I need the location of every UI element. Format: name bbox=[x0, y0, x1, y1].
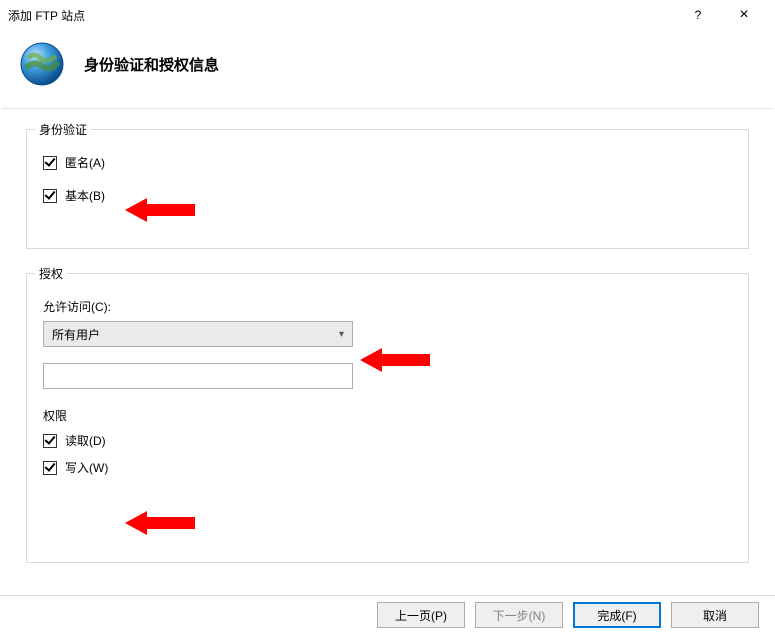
checkbox-label: 基本(B) bbox=[65, 187, 105, 204]
checkbox-label: 读取(D) bbox=[65, 432, 106, 449]
finish-button[interactable]: 完成(F) bbox=[573, 602, 661, 628]
legend-authentication: 身份验证 bbox=[35, 121, 91, 138]
checkbox-anonymous[interactable]: 匿名(A) bbox=[43, 154, 732, 171]
globe-icon bbox=[18, 40, 66, 88]
checkbox-label: 写入(W) bbox=[65, 459, 108, 476]
wizard-header: 身份验证和授权信息 bbox=[0, 30, 775, 106]
check-icon bbox=[43, 156, 57, 170]
titlebar: 添加 FTP 站点 ? × bbox=[0, 0, 775, 30]
checkbox-write[interactable]: 写入(W) bbox=[43, 459, 732, 476]
allow-access-dropdown[interactable]: 所有用户 ▾ bbox=[43, 321, 353, 347]
close-button[interactable]: × bbox=[721, 0, 767, 30]
wizard-footer: 上一页(P) 下一步(N) 完成(F) 取消 bbox=[0, 595, 775, 635]
permissions-label: 权限 bbox=[43, 407, 732, 424]
specific-input[interactable] bbox=[43, 363, 353, 389]
chevron-down-icon: ▾ bbox=[339, 329, 344, 340]
cancel-button[interactable]: 取消 bbox=[671, 602, 759, 628]
check-icon bbox=[43, 434, 57, 448]
window-title: 添加 FTP 站点 bbox=[8, 7, 675, 24]
checkbox-label: 匿名(A) bbox=[65, 154, 105, 171]
wizard-content: 身份验证 匿名(A) 基本(B) 授权 允许访问(C): 所有用户 ▾ 权限 读… bbox=[2, 108, 773, 563]
prev-button[interactable]: 上一页(P) bbox=[377, 602, 465, 628]
checkbox-basic[interactable]: 基本(B) bbox=[43, 187, 732, 204]
close-icon: × bbox=[739, 6, 748, 24]
checkbox-read[interactable]: 读取(D) bbox=[43, 432, 732, 449]
check-icon bbox=[43, 461, 57, 475]
allow-access-label: 允许访问(C): bbox=[43, 298, 732, 315]
wizard-heading: 身份验证和授权信息 bbox=[84, 54, 219, 75]
dropdown-value: 所有用户 bbox=[52, 326, 100, 343]
fieldset-authorization: 授权 允许访问(C): 所有用户 ▾ 权限 读取(D) 写入(W) bbox=[26, 273, 749, 563]
fieldset-authentication: 身份验证 匿名(A) 基本(B) bbox=[26, 129, 749, 249]
check-icon bbox=[43, 189, 57, 203]
help-icon: ? bbox=[695, 8, 702, 22]
next-button: 下一步(N) bbox=[475, 602, 563, 628]
help-button[interactable]: ? bbox=[675, 0, 721, 30]
legend-authorization: 授权 bbox=[35, 265, 67, 282]
